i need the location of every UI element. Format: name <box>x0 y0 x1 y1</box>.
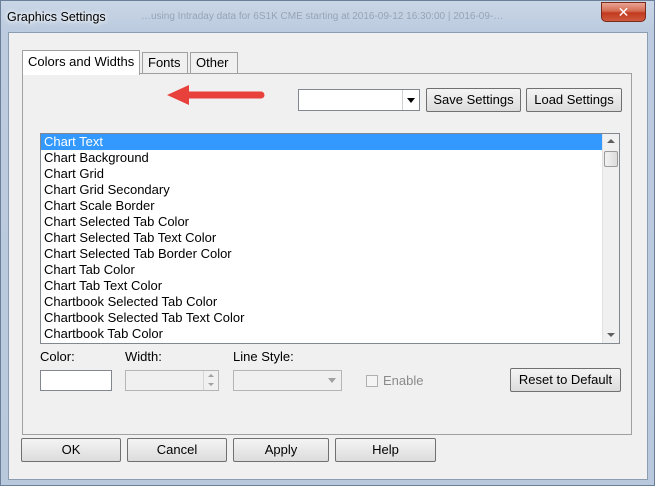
colors-and-widths-panel: Save Settings Load Settings Chart Text Ch… <box>22 73 632 435</box>
width-label: Width: <box>125 349 162 364</box>
close-icon: ✕ <box>617 4 630 20</box>
list-item[interactable]: Chart Text <box>41 134 619 150</box>
window-title: Graphics Settings <box>7 10 106 24</box>
apply-button[interactable]: Apply <box>233 438 329 462</box>
list-item[interactable]: Chartbook Selected Tab Color <box>41 294 619 310</box>
list-item[interactable]: Chart Selected Tab Text Color <box>41 230 619 246</box>
list-item[interactable]: Chart Selected Tab Border Color <box>41 246 619 262</box>
width-stepper[interactable] <box>125 370 219 391</box>
list-item[interactable]: Chart Grid Secondary <box>41 182 619 198</box>
width-spin[interactable] <box>203 371 218 390</box>
enable-checkbox[interactable] <box>366 375 378 387</box>
line-style-chevron-down-icon[interactable] <box>324 371 341 390</box>
line-style-label: Line Style: <box>233 349 294 364</box>
reset-to-default-button[interactable]: Reset to Default <box>510 368 621 392</box>
color-label: Color: <box>40 349 75 364</box>
list-item[interactable]: Chart Tab Text Color <box>41 278 619 294</box>
dialog-client-area: Colors and Widths Fonts Other Save Setti… <box>8 32 648 480</box>
cancel-button[interactable]: Cancel <box>127 438 227 462</box>
graphics-element-list[interactable]: Chart Text Chart Background Chart Grid Char… <box>40 133 620 344</box>
enable-label: Enable <box>383 373 424 388</box>
red-arrow-annotation <box>167 85 265 105</box>
save-settings-button[interactable]: Save Settings <box>426 88 521 112</box>
list-item[interactable]: Chartbook Selected Tab Text Color <box>41 310 619 326</box>
line-style-select[interactable] <box>233 370 342 391</box>
list-item[interactable]: Chart Grid <box>41 166 619 182</box>
list-item[interactable]: Chart Selected Tab Color <box>41 214 619 230</box>
list-item[interactable]: Chartbook Tab Color <box>41 326 619 342</box>
close-button[interactable]: ✕ <box>601 2 646 22</box>
scroll-up-icon[interactable] <box>603 134 619 150</box>
graphics-settings-dialog: …using Intraday data for 6S1K CME starti… <box>0 0 655 486</box>
list-scrollbar[interactable] <box>602 134 619 343</box>
ok-button[interactable]: OK <box>21 438 121 462</box>
settings-preset-combo[interactable] <box>298 89 420 111</box>
list-items-container: Chart Text Chart Background Chart Grid Char… <box>41 134 619 342</box>
tab-other[interactable]: Other <box>190 52 238 74</box>
tab-fonts[interactable]: Fonts <box>142 52 188 74</box>
list-item[interactable]: Chart Scale Border <box>41 198 619 214</box>
chevron-down-icon[interactable] <box>402 90 419 110</box>
help-button[interactable]: Help <box>335 438 436 462</box>
scroll-down-icon[interactable] <box>603 327 619 343</box>
load-settings-button[interactable]: Load Settings <box>526 88 622 112</box>
tab-colors-and-widths[interactable]: Colors and Widths <box>22 50 140 75</box>
list-item[interactable]: Chart Background <box>41 150 619 166</box>
color-swatch[interactable] <box>40 370 112 391</box>
title-bar[interactable]: …using Intraday data for 6S1K CME starti… <box>1 1 654 32</box>
spin-up-icon[interactable] <box>204 371 218 380</box>
scroll-thumb[interactable] <box>604 151 618 167</box>
spin-down-icon[interactable] <box>204 381 218 390</box>
background-window-title: …using Intraday data for 6S1K CME starti… <box>141 11 504 22</box>
list-item[interactable]: Chart Tab Color <box>41 262 619 278</box>
